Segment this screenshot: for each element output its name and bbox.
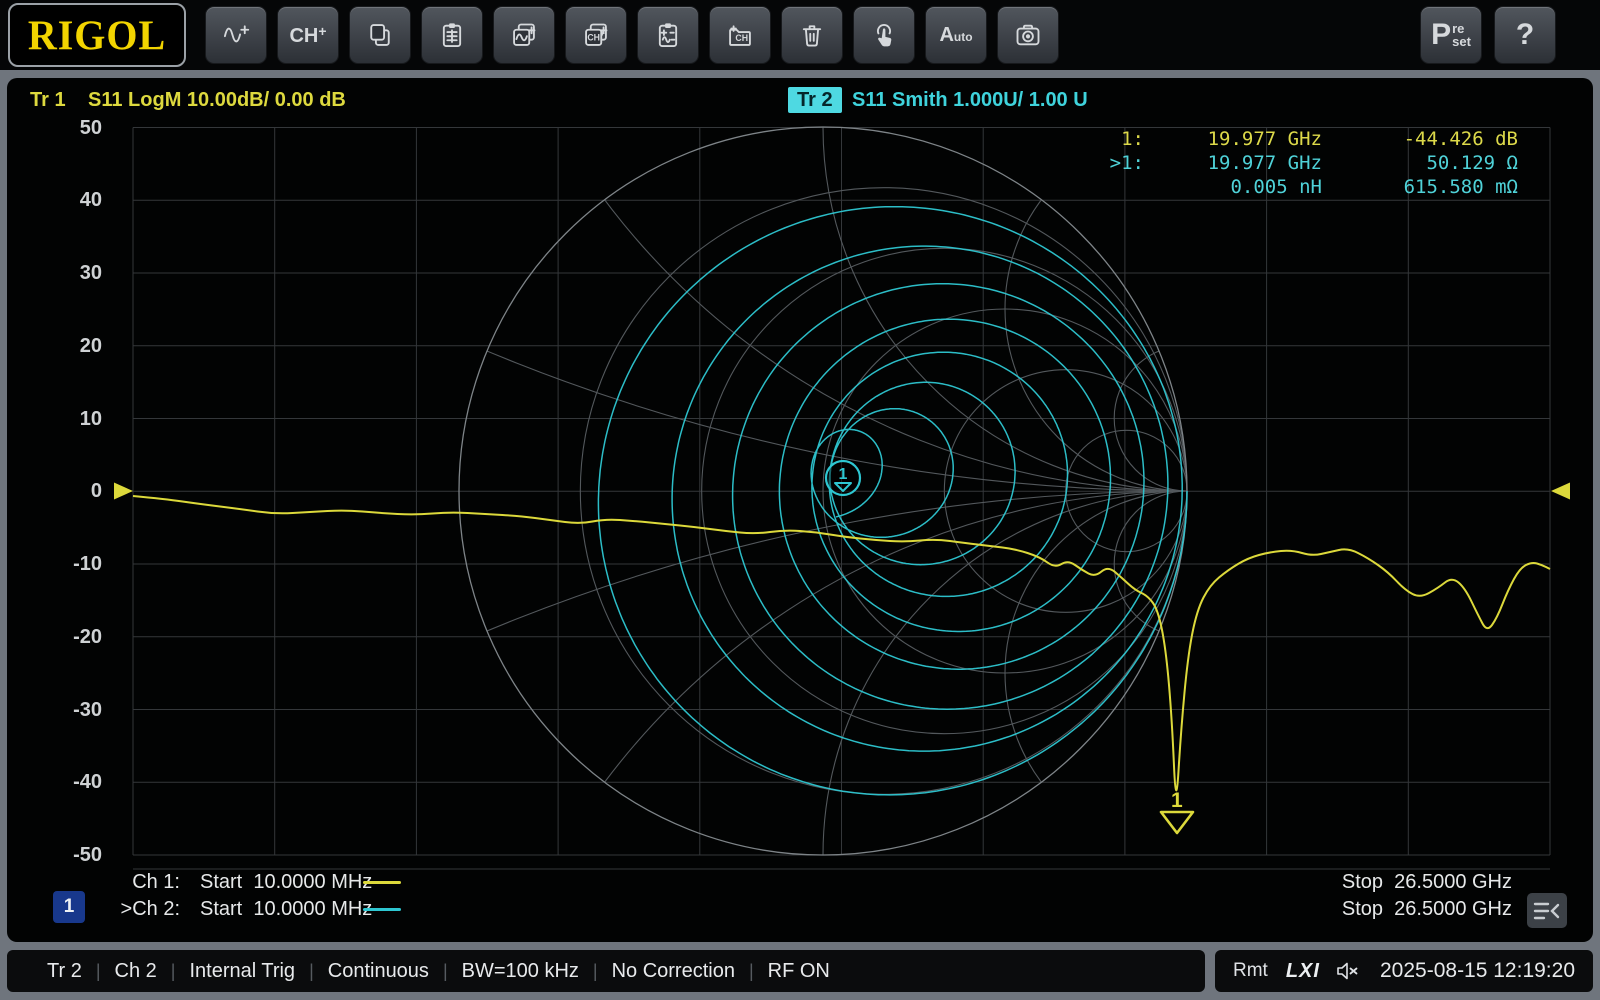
screenshot-button[interactable] (997, 6, 1059, 64)
channel-stop-freq: Stop 26.5000 GHz (1342, 896, 1512, 922)
screen-bezel: 11 Tr 1 S11 LogM 10.00dB/ 0.00 dB Tr 2 S… (0, 70, 1600, 1000)
channel-label: Ch 1: (7, 869, 180, 895)
trace-color-sample (363, 908, 401, 911)
status-separator: | (593, 961, 598, 982)
new-trace-window-button[interactable] (493, 6, 555, 64)
channel-add-button[interactable]: CH+ (277, 6, 339, 64)
y-axis-tick: 50 (32, 114, 102, 142)
svg-text:+: + (600, 29, 605, 38)
trace2-tab[interactable]: Tr 2 (788, 87, 842, 113)
trace-color-sample (363, 881, 401, 884)
status-item[interactable]: Internal Trig (189, 960, 295, 983)
rigol-logo-text: RIGOL (28, 10, 166, 59)
status-separator: | (309, 961, 314, 982)
touch-button[interactable] (853, 6, 915, 64)
svg-text:1: 1 (839, 466, 848, 483)
status-bar: Tr 2 | Ch 2 | Internal Trig | Continuous | BW=10… (7, 950, 1593, 992)
toolbar: RIGOL CH+CH+CHAuto P reset ? (0, 0, 1600, 70)
svg-text:1: 1 (1171, 789, 1183, 812)
y-axis-tick: -30 (32, 696, 102, 724)
clock: 2025-08-15 12:19:20 (1380, 959, 1575, 983)
y-axis-tick: 20 (32, 332, 102, 360)
y-axis-tick: 40 (32, 186, 102, 214)
lxi-indicator: LXI (1286, 960, 1320, 983)
status-item[interactable]: Continuous (328, 960, 429, 983)
copy-button[interactable] (349, 6, 411, 64)
marker-readout-row: >1:19.977 GHz50.129 Ω (1086, 151, 1518, 175)
marker-readout: 1:19.977 GHz-44.426 dB>1:19.977 GHz50.12… (1086, 127, 1518, 199)
y-axis-tick: -50 (32, 841, 102, 869)
y-axis-tick: -10 (32, 550, 102, 578)
marker-readout-row: 1:19.977 GHz-44.426 dB (1086, 127, 1518, 151)
plot-canvas: 11 (7, 78, 1593, 942)
y-axis-tick: -40 (32, 768, 102, 796)
delete-button[interactable] (781, 6, 843, 64)
display-area: 11 Tr 1 S11 LogM 10.00dB/ 0.00 dB Tr 2 S… (7, 78, 1593, 942)
channel-label: >Ch 2: (7, 896, 180, 922)
status-bar-left: Tr 2 | Ch 2 | Internal Trig | Continuous | BW=10… (7, 950, 1205, 992)
status-bar-right: Rmt LXI 2025-08-15 12:19:20 (1215, 950, 1593, 992)
toolbar-buttons: CH+CH+CHAuto (186, 6, 1059, 64)
status-item[interactable]: Tr 2 (47, 960, 82, 983)
help-icon: ? (1516, 18, 1534, 52)
rigol-logo: RIGOL (8, 3, 186, 67)
trace1-settings-label: S11 LogM 10.00dB/ 0.00 dB (88, 87, 346, 113)
status-separator: | (749, 961, 754, 982)
trace2-settings-label: S11 Smith 1.000U/ 1.00 U (852, 87, 1088, 113)
status-separator: | (96, 961, 101, 982)
new-channel-window-button[interactable]: CH+ (565, 6, 627, 64)
y-axis-tick: 30 (32, 259, 102, 287)
status-separator: | (443, 961, 448, 982)
svg-text:CH: CH (735, 33, 748, 43)
status-item[interactable]: BW=100 kHz (462, 960, 579, 983)
y-axis-tick: 0 (32, 477, 102, 505)
channel-start-freq: Start 10.0000 MHz (200, 869, 372, 895)
status-separator: | (171, 961, 176, 982)
channel-start-freq: Start 10.0000 MHz (200, 896, 372, 922)
y-axis-tick: 10 (32, 405, 102, 433)
channel-setup-button[interactable]: CH (709, 6, 771, 64)
status-item[interactable]: RF ON (768, 960, 830, 983)
menu-collapse-button[interactable] (1527, 893, 1567, 928)
status-item[interactable]: Ch 2 (115, 960, 157, 983)
help-button[interactable]: ? (1494, 6, 1556, 64)
trace1-tab[interactable]: Tr 1 (30, 87, 66, 113)
report-button[interactable] (421, 6, 483, 64)
y-axis-tick: -20 (32, 623, 102, 651)
auto-scale-button[interactable]: Auto (925, 6, 987, 64)
channel-row: >Ch 2: Start 10.0000 MHz Stop 26.5000 GHz (7, 896, 1593, 922)
marker-readout-row: 0.005 nH615.580 mΩ (1086, 175, 1518, 199)
measure-setup-button[interactable] (637, 6, 699, 64)
speaker-mute-icon[interactable] (1336, 961, 1360, 981)
menu-collapse-icon (1530, 897, 1564, 925)
remote-indicator: Rmt (1233, 960, 1268, 982)
channel-stop-freq: Stop 26.5000 GHz (1342, 869, 1512, 895)
status-item[interactable]: No Correction (612, 960, 735, 983)
trace-add-button[interactable] (205, 6, 267, 64)
svg-text:CH: CH (587, 33, 600, 43)
preset-button[interactable]: P reset (1420, 6, 1482, 64)
channel-row: Ch 1: Start 10.0000 MHz Stop 26.5000 GHz (7, 869, 1593, 895)
preset-label: P reset (1431, 20, 1471, 50)
